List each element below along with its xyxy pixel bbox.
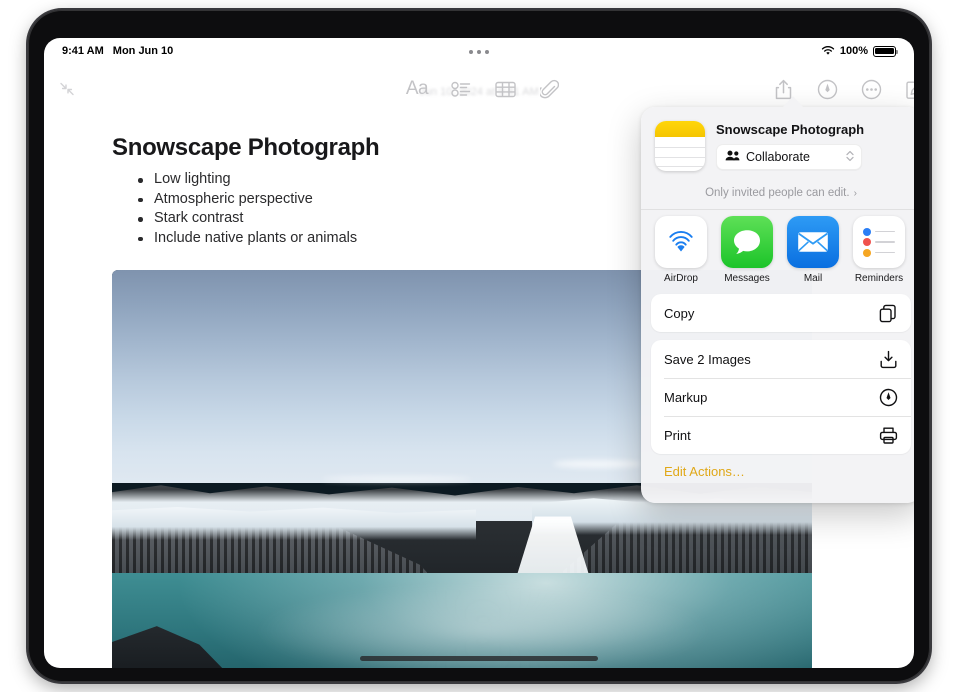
people-icon [725, 150, 740, 164]
permission-note[interactable]: Only invited people can edit. › [641, 179, 914, 209]
more-ellipsis-icon[interactable] [854, 72, 888, 106]
markup-pen-icon[interactable] [810, 72, 844, 106]
collaborate-select[interactable]: Collaborate [716, 144, 862, 170]
action-label: Copy [664, 306, 879, 321]
battery-full-icon [873, 46, 896, 57]
wifi-icon [821, 45, 835, 58]
format-label: Aa [406, 78, 428, 100]
updown-chevron-icon [845, 149, 855, 166]
edit-actions-button[interactable]: Edit Actions… [641, 462, 914, 481]
messages-icon [721, 216, 773, 268]
status-bar-left: 9:41 AM Mon Jun 10 [62, 45, 173, 57]
save-download-icon [879, 350, 898, 369]
printer-icon [879, 426, 898, 445]
copy-icon [879, 304, 898, 323]
share-sheet: Snowscape Photograph Collaborate [641, 107, 914, 503]
action-label: Save 2 Images [664, 352, 879, 367]
notes-app-icon [655, 121, 705, 171]
home-indicator[interactable] [360, 656, 598, 661]
share-target-label: Reminders [853, 273, 905, 284]
status-bar-right: 100% [821, 45, 896, 58]
airdrop-icon [655, 216, 707, 268]
share-app-row: AirDrop Messages [641, 209, 914, 294]
mail-icon [787, 216, 839, 268]
share-target-label: AirDrop [655, 273, 707, 284]
share-target-messages[interactable]: Messages [721, 216, 773, 284]
share-sheet-pointer [782, 96, 804, 108]
share-target-airdrop[interactable]: AirDrop [655, 216, 707, 284]
status-time: 9:41 AM [62, 45, 104, 57]
photo-snowcap-left [112, 507, 476, 540]
action-copy[interactable]: Copy [651, 294, 911, 332]
action-label: Print [664, 428, 879, 443]
action-group-tools: Save 2 Images Markup [651, 340, 911, 454]
paperclip-icon[interactable] [532, 72, 566, 106]
action-group-copy: Copy [651, 294, 911, 332]
ipad-device-frame: 9:41 AM Mon Jun 10 100% [28, 10, 930, 682]
page-title: Snowscape Photograph [112, 134, 379, 162]
action-label: Markup [664, 390, 879, 405]
list-item: Include native plants or animals [136, 229, 357, 249]
chevron-right-icon: › [854, 188, 857, 199]
checklist-icon[interactable] [444, 72, 478, 106]
action-save-images[interactable]: Save 2 Images [651, 340, 911, 378]
share-doc-title: Snowscape Photograph [716, 122, 907, 137]
battery-percent: 100% [840, 45, 868, 57]
collapse-arrows-icon[interactable] [50, 72, 84, 106]
share-target-reminders[interactable]: Reminders [853, 216, 905, 284]
compose-icon[interactable] [898, 72, 914, 106]
photo-cloud [553, 460, 643, 468]
action-markup[interactable]: Markup [651, 378, 911, 416]
collaborate-label: Collaborate [746, 150, 839, 164]
reminders-icon [853, 216, 905, 268]
status-date: Mon Jun 10 [113, 45, 174, 57]
share-sheet-header-text: Snowscape Photograph Collaborate [716, 121, 907, 171]
permission-text: Only invited people can edit. [705, 187, 849, 199]
share-target-mail[interactable]: Mail [787, 216, 839, 284]
list-item: Stark contrast [136, 209, 357, 229]
action-print[interactable]: Print [651, 416, 911, 454]
list-item: Atmospheric perspective [136, 190, 357, 210]
text-format-icon[interactable]: Aa [400, 72, 434, 106]
list-item: Low lighting [136, 170, 357, 190]
multitasking-ellipsis-icon[interactable] [459, 44, 499, 60]
ipad-screen: 9:41 AM Mon Jun 10 100% [44, 38, 914, 668]
share-target-label: Mail [787, 273, 839, 284]
share-target-label: Messages [721, 273, 773, 284]
edit-actions-label: Edit Actions… [664, 464, 745, 479]
note-bullet-list: Low lighting Atmospheric perspective Sta… [136, 170, 357, 248]
markup-pen-icon [879, 388, 898, 407]
share-sheet-header: Snowscape Photograph Collaborate [641, 107, 914, 179]
table-icon[interactable] [488, 72, 522, 106]
